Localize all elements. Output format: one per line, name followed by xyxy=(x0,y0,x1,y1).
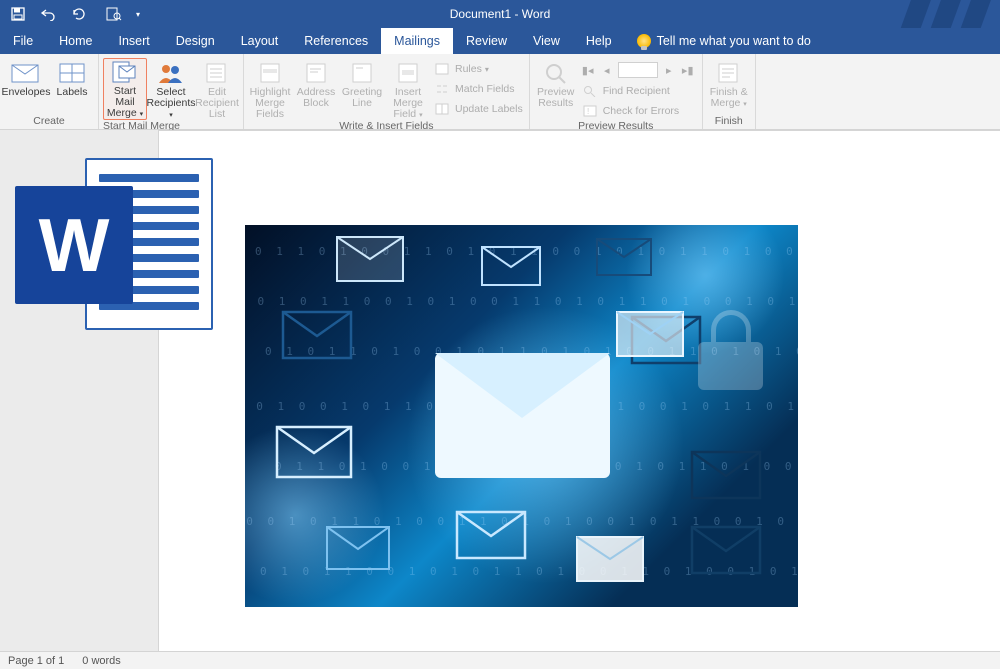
tab-home[interactable]: Home xyxy=(46,28,105,54)
email-artwork: 0 1 1 0 1 0 0 1 1 0 1 0 1 1 0 0 1 0 1 0 … xyxy=(245,225,798,607)
rules-label: Rules xyxy=(455,63,489,75)
preview-label: PreviewResults xyxy=(537,87,574,109)
highlight-merge-fields-button[interactable]: HighlightMerge Fields xyxy=(248,58,292,120)
group-start-mail-merge: Start MailMerge ▾ SelectRecipients ▾ Edi… xyxy=(99,54,244,129)
group-finish: Finish &Merge ▾ Finish xyxy=(703,54,756,129)
check-errors-button[interactable]: ! Check for Errors xyxy=(580,102,698,120)
edit-recipient-list-label: EditRecipient List xyxy=(195,87,239,120)
ribbon-tabs: File Home Insert Design Layout Reference… xyxy=(0,28,1000,54)
tab-view[interactable]: View xyxy=(520,28,573,54)
tell-me[interactable]: Tell me what you want to do xyxy=(625,28,811,54)
insert-field-label: Insert MergeField ▾ xyxy=(386,87,430,120)
greeting-label: GreetingLine xyxy=(342,87,382,109)
finish-icon xyxy=(713,60,745,86)
record-navigation: ▮◂ ◂ ▸ ▸▮ xyxy=(580,60,698,80)
center-envelope xyxy=(435,353,610,478)
save-icon[interactable] xyxy=(10,6,26,22)
prev-record-icon[interactable]: ◂ xyxy=(599,62,615,78)
print-preview-icon[interactable] xyxy=(106,6,122,22)
word-logo: W xyxy=(15,152,215,337)
rules-button[interactable]: Rules xyxy=(432,60,525,78)
find-label: Find Recipient xyxy=(603,85,670,97)
tab-file[interactable]: File xyxy=(0,28,46,54)
undo-icon[interactable] xyxy=(40,6,56,22)
preview-results-button[interactable]: PreviewResults xyxy=(534,58,578,109)
envelopes-label: Envelopes xyxy=(1,87,50,98)
finish-label: Finish &Merge ▾ xyxy=(710,87,748,109)
labels-label: Labels xyxy=(57,87,88,98)
qat-dropdown-icon[interactable]: ▾ xyxy=(136,10,140,19)
tab-review[interactable]: Review xyxy=(453,28,520,54)
recipients-icon xyxy=(155,60,187,86)
find-icon xyxy=(582,84,598,98)
select-recipients-label: SelectRecipients ▾ xyxy=(146,87,195,120)
group-create-label: Create xyxy=(0,115,98,129)
title-bar: ▾ Document1 - Word xyxy=(0,0,1000,28)
status-page[interactable]: Page 1 of 1 xyxy=(8,655,64,667)
tell-me-text: Tell me what you want to do xyxy=(657,34,811,48)
greeting-icon xyxy=(346,60,378,86)
tab-references[interactable]: References xyxy=(291,28,381,54)
status-words[interactable]: 0 words xyxy=(82,655,121,667)
envelopes-button[interactable]: Envelopes xyxy=(4,58,48,98)
finish-merge-button[interactable]: Finish &Merge ▾ xyxy=(707,58,751,109)
group-preview: PreviewResults ▮◂ ◂ ▸ ▸▮ Find Recipient … xyxy=(530,54,703,129)
greeting-line-button[interactable]: GreetingLine xyxy=(340,58,384,109)
update-labels-button[interactable]: Update Labels xyxy=(432,100,525,118)
group-create: Envelopes Labels Create xyxy=(0,54,99,129)
start-mail-merge-button[interactable]: Start MailMerge ▾ xyxy=(103,58,147,120)
labels-button[interactable]: Labels xyxy=(50,58,94,98)
check-icon: ! xyxy=(582,104,598,118)
mail-merge-icon xyxy=(109,59,141,85)
tab-design[interactable]: Design xyxy=(163,28,228,54)
svg-text:!: ! xyxy=(587,107,589,116)
quick-access-toolbar: ▾ xyxy=(0,6,140,22)
address-block-button[interactable]: AddressBlock xyxy=(294,58,338,109)
record-number-field[interactable] xyxy=(618,62,658,78)
match-icon xyxy=(434,82,450,96)
preview-icon xyxy=(540,60,572,86)
status-bar: Page 1 of 1 0 words xyxy=(0,651,1000,669)
redo-icon[interactable] xyxy=(70,6,86,22)
address-label: AddressBlock xyxy=(297,87,336,109)
address-icon xyxy=(300,60,332,86)
ribbon: Envelopes Labels Create Start MailMerge … xyxy=(0,54,1000,130)
edit-recipient-list-button[interactable]: EditRecipient List xyxy=(195,58,239,120)
group-finish-label: Finish xyxy=(703,115,755,129)
tab-help[interactable]: Help xyxy=(573,28,625,54)
word-w-letter: W xyxy=(39,202,110,288)
update-icon xyxy=(434,102,450,116)
highlight-icon xyxy=(254,60,286,86)
highlight-label: HighlightMerge Fields xyxy=(248,87,292,120)
lightbulb-icon xyxy=(637,34,651,48)
select-recipients-button[interactable]: SelectRecipients ▾ xyxy=(149,58,193,120)
tab-mailings[interactable]: Mailings xyxy=(381,28,453,54)
envelope-icon xyxy=(10,60,42,86)
title-decoration xyxy=(890,0,1000,28)
insert-merge-field-button[interactable]: Insert MergeField ▾ xyxy=(386,58,430,120)
match-fields-button[interactable]: Match Fields xyxy=(432,80,525,98)
update-label: Update Labels xyxy=(455,103,523,115)
group-write-insert: HighlightMerge Fields AddressBlock Greet… xyxy=(244,54,530,129)
labels-icon xyxy=(56,60,88,86)
insert-field-icon xyxy=(392,60,424,86)
start-mail-merge-label: Start MailMerge ▾ xyxy=(105,86,145,119)
window-title: Document1 - Word xyxy=(450,7,550,21)
tab-insert[interactable]: Insert xyxy=(106,28,163,54)
next-record-icon[interactable]: ▸ xyxy=(661,62,677,78)
match-label: Match Fields xyxy=(455,83,515,95)
rules-icon xyxy=(434,62,450,76)
check-label: Check for Errors xyxy=(603,105,679,117)
find-recipient-button[interactable]: Find Recipient xyxy=(580,82,698,100)
lock-icon xyxy=(698,310,763,390)
last-record-icon[interactable]: ▸▮ xyxy=(680,62,696,78)
tab-layout[interactable]: Layout xyxy=(228,28,292,54)
edit-list-icon xyxy=(201,60,233,86)
first-record-icon[interactable]: ▮◂ xyxy=(580,62,596,78)
